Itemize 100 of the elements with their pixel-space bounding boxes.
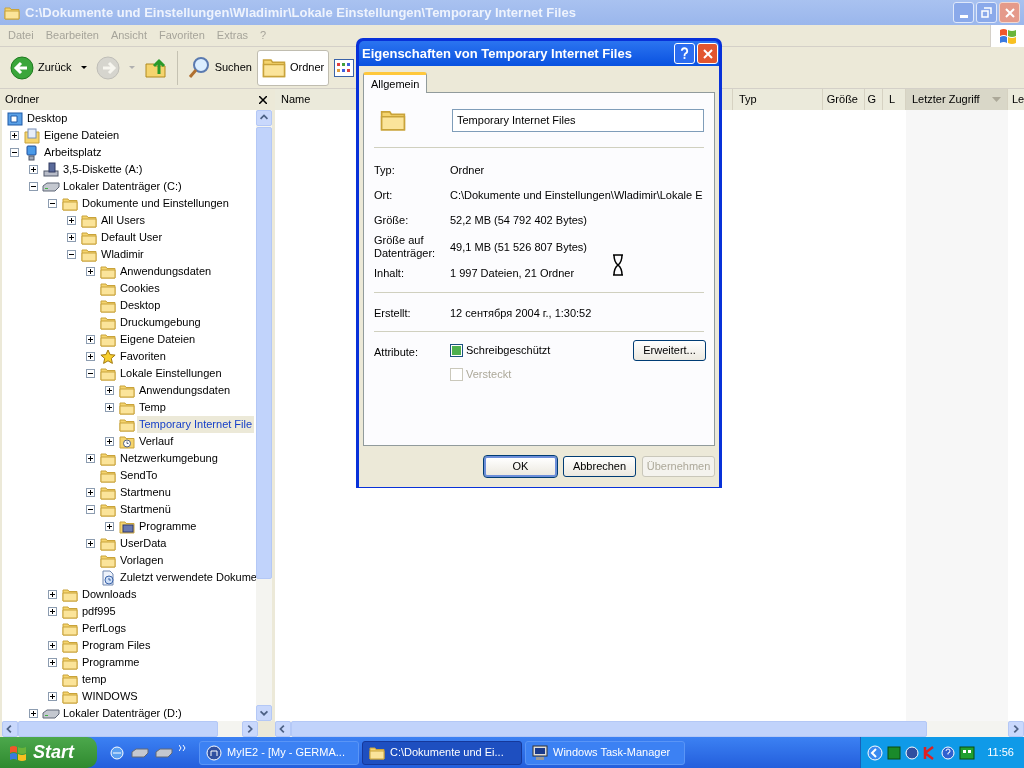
scroll-left-button[interactable] [2,721,18,737]
tree-item[interactable]: SendTo [118,467,160,484]
tree-item[interactable]: Eigene Dateien [42,127,122,144]
tab[interactable]: Allgemein [363,72,428,93]
expand-icon[interactable] [48,692,57,701]
tree-item[interactable]: Anwendungsdaten [118,263,214,280]
tray-icon[interactable] [959,745,976,760]
expand-icon[interactable] [105,437,114,446]
expand-icon[interactable] [86,488,95,497]
collapse-icon[interactable] [86,369,95,378]
scroll-thumb[interactable] [291,721,927,737]
drive-icon[interactable] [155,747,173,758]
tree-item[interactable]: Dokumente und Einstellungen [80,195,231,212]
tree-item[interactable]: Temporary Internet File [137,416,255,433]
tree-item[interactable]: Desktop [118,297,163,314]
expand-icon[interactable] [67,216,76,225]
tree-item[interactable]: Programme [80,654,142,671]
expand-icon[interactable] [10,131,19,140]
expand-icon[interactable] [48,607,57,616]
tree-item[interactable]: Desktop [25,110,70,127]
tree-item[interactable]: Cookies [118,280,162,297]
expand-icon[interactable] [105,403,114,412]
expand-icon[interactable] [48,641,57,650]
expand-icon[interactable] [86,539,95,548]
tree-item[interactable]: Druckumgebung [118,314,203,331]
collapse-icon[interactable] [48,199,57,208]
tree-item[interactable]: Startmenu [118,484,173,501]
tree-item[interactable]: Vorlagen [118,552,166,569]
chevron-icon[interactable] [179,744,187,751]
taskbar-button[interactable]: Windows Task-Manager [525,740,685,765]
scroll-right-button[interactable] [1008,721,1024,737]
collapse-icon[interactable] [86,505,95,514]
help-icon[interactable] [941,745,956,760]
tree-item[interactable]: WINDOWS [80,688,140,705]
browser-icon[interactable] [109,744,125,761]
horizontal-scrollbar[interactable] [275,721,1024,737]
help-button[interactable] [674,43,695,64]
search-button[interactable]: Suchen [181,49,257,86]
taskbar-button[interactable]: MyIE2 - [My - GERMA... [199,740,359,765]
advanced-button[interactable]: Erweitert... [633,339,706,361]
vertical-scrollbar[interactable] [256,110,272,721]
folder-icon [62,196,78,211]
tree-item[interactable]: All Users [99,212,147,229]
name-field[interactable]: Temporary Internet Files [452,108,704,132]
taskbar-button[interactable]: C:\Dokumente und Ei... [362,740,522,765]
folder-icon [369,745,385,760]
checkbox[interactable] [450,343,463,357]
drive-icon[interactable] [131,747,149,758]
tree-item[interactable]: Lokaler Datenträger (C:) [61,178,184,195]
tree-item[interactable]: Zuletzt verwendete Dokume [118,569,256,586]
collapse-icon[interactable] [10,148,19,157]
horizontal-scrollbar[interactable] [2,721,258,737]
expand-icon[interactable] [86,352,95,361]
tree-item[interactable]: 3,5-Diskette (A:) [61,161,145,178]
tree-item[interactable]: Temp [137,399,168,416]
start-button[interactable]: Start [0,737,97,768]
tree-item[interactable]: Favoriten [118,348,168,365]
expand-icon[interactable] [105,386,114,395]
expand-icon[interactable] [48,590,57,599]
collapse-icon[interactable] [67,250,76,259]
scroll-left-button[interactable] [275,721,291,737]
expand-icon[interactable] [105,522,114,531]
tree-item[interactable]: Arbeitsplatz [42,144,104,161]
close-icon[interactable] [259,95,267,104]
tree-item[interactable]: Programme [137,518,199,535]
collapse-icon[interactable] [29,182,38,191]
chevron-left-icon[interactable] [867,744,884,761]
expand-icon[interactable] [86,454,95,463]
tree-item[interactable]: Downloads [80,586,139,603]
tree-item[interactable]: Default User [99,229,165,246]
tree-item[interactable]: Netzwerkumgebung [118,450,220,467]
tree-item[interactable]: Eigene Dateien [118,331,198,348]
tree-item[interactable]: Anwendungsdaten [137,382,233,399]
expand-icon[interactable] [86,267,95,276]
tree-item[interactable]: Verlauf [137,433,176,450]
tree-item[interactable]: Wladimir [99,246,146,263]
tree-item[interactable]: pdf995 [80,603,118,620]
scroll-up-button[interactable] [256,110,272,126]
expand-icon[interactable] [48,658,57,667]
tree-item[interactable]: Program Files [80,637,153,654]
scroll-thumb[interactable] [18,721,218,737]
tree-item[interactable]: Lokaler Datenträger (D:) [61,705,184,721]
tree-item[interactable]: PerfLogs [80,620,129,637]
tree-item[interactable]: Startmenü [118,501,173,518]
scroll-right-button[interactable] [242,721,258,737]
expand-icon[interactable] [86,335,95,344]
tree-item[interactable]: Lokale Einstellungen [118,365,224,382]
tree-item[interactable]: temp [80,671,109,688]
expand-icon[interactable] [29,165,38,174]
scroll-thumb[interactable] [256,127,272,579]
scroll-down-button[interactable] [256,705,272,721]
caret-icon[interactable] [80,66,87,69]
expand-icon[interactable] [67,233,76,242]
column-header[interactable]: Letzter Zugriff [906,89,1008,110]
dialog-button[interactable]: OK [484,456,557,477]
back-button[interactable]: Zurück [5,49,77,86]
folders-button[interactable]: Ordner [256,49,330,86]
tree-item[interactable]: UserData [118,535,169,552]
expand-icon[interactable] [29,709,38,718]
dialog-button[interactable]: Abbrechen [563,456,636,477]
